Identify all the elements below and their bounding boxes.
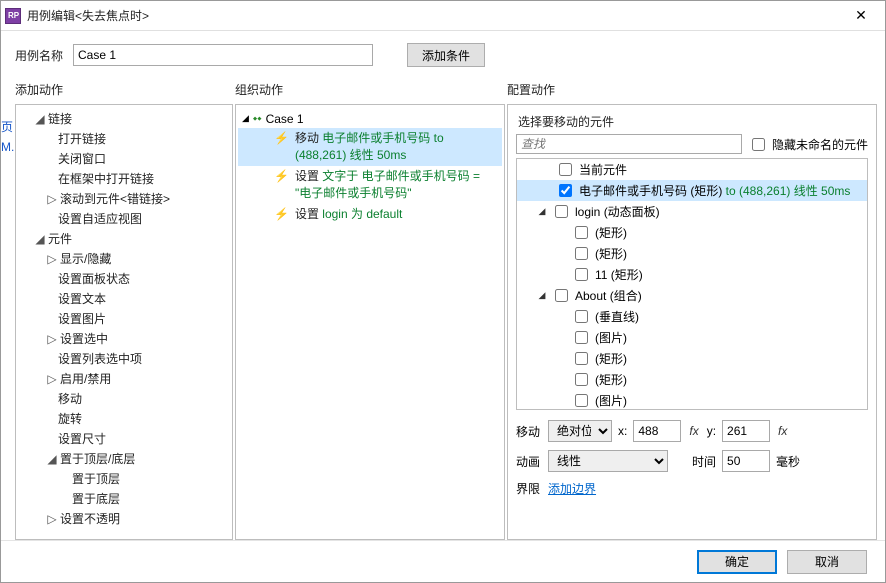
fx-y-button[interactable]: fx bbox=[776, 424, 789, 438]
bolt-icon: ⚡ bbox=[274, 206, 289, 223]
x-input[interactable] bbox=[633, 420, 681, 442]
case-node[interactable]: ◢ ⬩⬩ Case 1 bbox=[238, 109, 502, 128]
widget-row[interactable]: ◢login (动态面板) bbox=[517, 201, 867, 222]
widget-checkbox[interactable] bbox=[555, 205, 568, 218]
tree-item[interactable]: 设置尺寸 bbox=[46, 429, 230, 449]
y-input[interactable] bbox=[722, 420, 770, 442]
case-interaction-icon: ⬩⬩ bbox=[253, 111, 262, 126]
tree-item[interactable]: 打开链接 bbox=[46, 129, 230, 149]
tree-item[interactable]: 设置自适应视图 bbox=[46, 209, 230, 229]
move-label: 移动 bbox=[516, 423, 540, 440]
tree-item[interactable]: 移动 bbox=[46, 389, 230, 409]
widget-checkbox[interactable] bbox=[559, 163, 572, 176]
collapse-icon: ▷ bbox=[46, 369, 58, 389]
expand-icon: ◢ bbox=[537, 206, 547, 217]
close-button[interactable]: ✕ bbox=[841, 2, 881, 30]
widget-row[interactable]: ◢About (组合) bbox=[517, 285, 867, 306]
widget-checkbox[interactable] bbox=[575, 268, 588, 281]
case-action-row[interactable]: ⚡设置 文字于 电子邮件或手机号码 = "电子邮件或手机号码" bbox=[238, 166, 502, 204]
tree-item[interactable]: ▷显示/隐藏 bbox=[46, 249, 230, 269]
case-actions-panel: ◢ ⬩⬩ Case 1 ⚡移动 电子邮件或手机号码 to (488,261) 线… bbox=[235, 104, 505, 540]
case-name-input[interactable] bbox=[73, 44, 373, 66]
expand-icon: ◢ bbox=[46, 449, 58, 469]
expand-icon: ◢ bbox=[34, 229, 46, 249]
widget-checkbox[interactable] bbox=[575, 226, 588, 239]
widget-checkbox[interactable] bbox=[559, 184, 572, 197]
expand-icon: ◢ bbox=[34, 109, 46, 129]
collapse-icon: ▷ bbox=[46, 249, 58, 269]
add-condition-button[interactable]: 添加条件 bbox=[407, 43, 485, 67]
bolt-icon: ⚡ bbox=[274, 168, 289, 185]
tree-item[interactable]: 旋转 bbox=[46, 409, 230, 429]
widget-list[interactable]: 当前元件电子邮件或手机号码 (矩形) to (488,261) 线性 50ms◢… bbox=[516, 158, 868, 410]
app-icon bbox=[5, 8, 21, 24]
widget-checkbox[interactable] bbox=[575, 352, 588, 365]
tree-group-widgets[interactable]: ◢元件 bbox=[32, 229, 230, 249]
collapse-icon: ▷ bbox=[46, 329, 58, 349]
y-label: y: bbox=[707, 424, 716, 438]
widget-checkbox[interactable] bbox=[575, 373, 588, 386]
widget-row[interactable]: 11 (矩形) bbox=[517, 264, 867, 285]
time-label: 时间 bbox=[692, 453, 716, 470]
time-input[interactable] bbox=[722, 450, 770, 472]
bounds-label: 界限 bbox=[516, 480, 540, 497]
col1-header: 添加动作 bbox=[15, 77, 233, 104]
tree-item[interactable]: 设置列表选中项 bbox=[46, 349, 230, 369]
tree-item[interactable]: 设置文本 bbox=[46, 289, 230, 309]
tree-item[interactable]: ▷设置不透明 bbox=[46, 509, 230, 529]
widget-row[interactable]: (垂直线) bbox=[517, 306, 867, 327]
col2-header: 组织动作 bbox=[235, 77, 505, 104]
widget-row[interactable]: (矩形) bbox=[517, 348, 867, 369]
tree-item[interactable]: ▷设置选中 bbox=[46, 329, 230, 349]
add-boundary-link[interactable]: 添加边界 bbox=[548, 480, 596, 497]
col3-header: 配置动作 bbox=[507, 77, 877, 104]
widget-row[interactable]: (图片) bbox=[517, 327, 867, 348]
case-action-row[interactable]: ⚡移动 电子邮件或手机号码 to (488,261) 线性 50ms bbox=[238, 128, 502, 166]
expand-icon: ◢ bbox=[242, 113, 249, 124]
widget-row[interactable]: (矩形) bbox=[517, 369, 867, 390]
widget-checkbox[interactable] bbox=[555, 289, 568, 302]
x-label: x: bbox=[618, 424, 627, 438]
anim-label: 动画 bbox=[516, 453, 540, 470]
anim-mode-select[interactable]: 线性 bbox=[548, 450, 668, 472]
tree-item[interactable]: 置于顶层 bbox=[60, 469, 230, 489]
case-action-row[interactable]: ⚡设置 login 为 default bbox=[238, 204, 502, 225]
tree-group-links[interactable]: ◢链接 bbox=[32, 109, 230, 129]
tree-item[interactable]: 在框架中打开链接 bbox=[46, 169, 230, 189]
tree-item[interactable]: 设置面板状态 bbox=[46, 269, 230, 289]
collapse-icon: ▷ bbox=[46, 189, 58, 209]
configure-panel: 选择要移动的元件 隐藏未命名的元件 当前元件电子邮件或手机号码 (矩形) to … bbox=[507, 104, 877, 540]
tree-item[interactable]: 置于底层 bbox=[60, 489, 230, 509]
widget-checkbox[interactable] bbox=[575, 247, 588, 260]
pick-widgets-label: 选择要移动的元件 bbox=[516, 111, 868, 134]
case-name-label: 用例名称 bbox=[15, 47, 63, 64]
expand-icon: ◢ bbox=[537, 290, 547, 301]
widget-row[interactable]: 当前元件 bbox=[517, 159, 867, 180]
tree-item[interactable]: ◢置于顶层/底层 bbox=[46, 449, 230, 469]
hide-unnamed-checkbox[interactable]: 隐藏未命名的元件 bbox=[748, 135, 868, 154]
action-library: ◢链接 打开链接关闭窗口在框架中打开链接▷滚动到元件<错链接>设置自适应视图 ◢… bbox=[15, 104, 233, 540]
widget-row[interactable]: 电子邮件或手机号码 (矩形) to (488,261) 线性 50ms bbox=[517, 180, 867, 201]
tree-item[interactable]: ▷滚动到元件<错链接> bbox=[46, 189, 230, 209]
widget-checkbox[interactable] bbox=[575, 331, 588, 344]
widget-checkbox[interactable] bbox=[575, 310, 588, 323]
fx-x-button[interactable]: fx bbox=[687, 424, 700, 438]
tree-item[interactable]: ▷启用/禁用 bbox=[46, 369, 230, 389]
time-unit: 毫秒 bbox=[776, 453, 800, 470]
widget-checkbox[interactable] bbox=[575, 394, 588, 407]
collapse-icon: ▷ bbox=[46, 509, 58, 529]
tree-item[interactable]: 设置图片 bbox=[46, 309, 230, 329]
tree-item[interactable]: 关闭窗口 bbox=[46, 149, 230, 169]
window-title: 用例编辑<失去焦点时> bbox=[27, 7, 841, 24]
move-mode-select[interactable]: 绝对位置 bbox=[548, 420, 612, 442]
ok-button[interactable]: 确定 bbox=[697, 550, 777, 574]
cancel-button[interactable]: 取消 bbox=[787, 550, 867, 574]
widget-row[interactable]: (矩形) bbox=[517, 222, 867, 243]
search-input[interactable] bbox=[516, 134, 742, 154]
widget-row[interactable]: (图片) bbox=[517, 390, 867, 410]
widget-row[interactable]: (矩形) bbox=[517, 243, 867, 264]
bolt-icon: ⚡ bbox=[274, 130, 289, 147]
